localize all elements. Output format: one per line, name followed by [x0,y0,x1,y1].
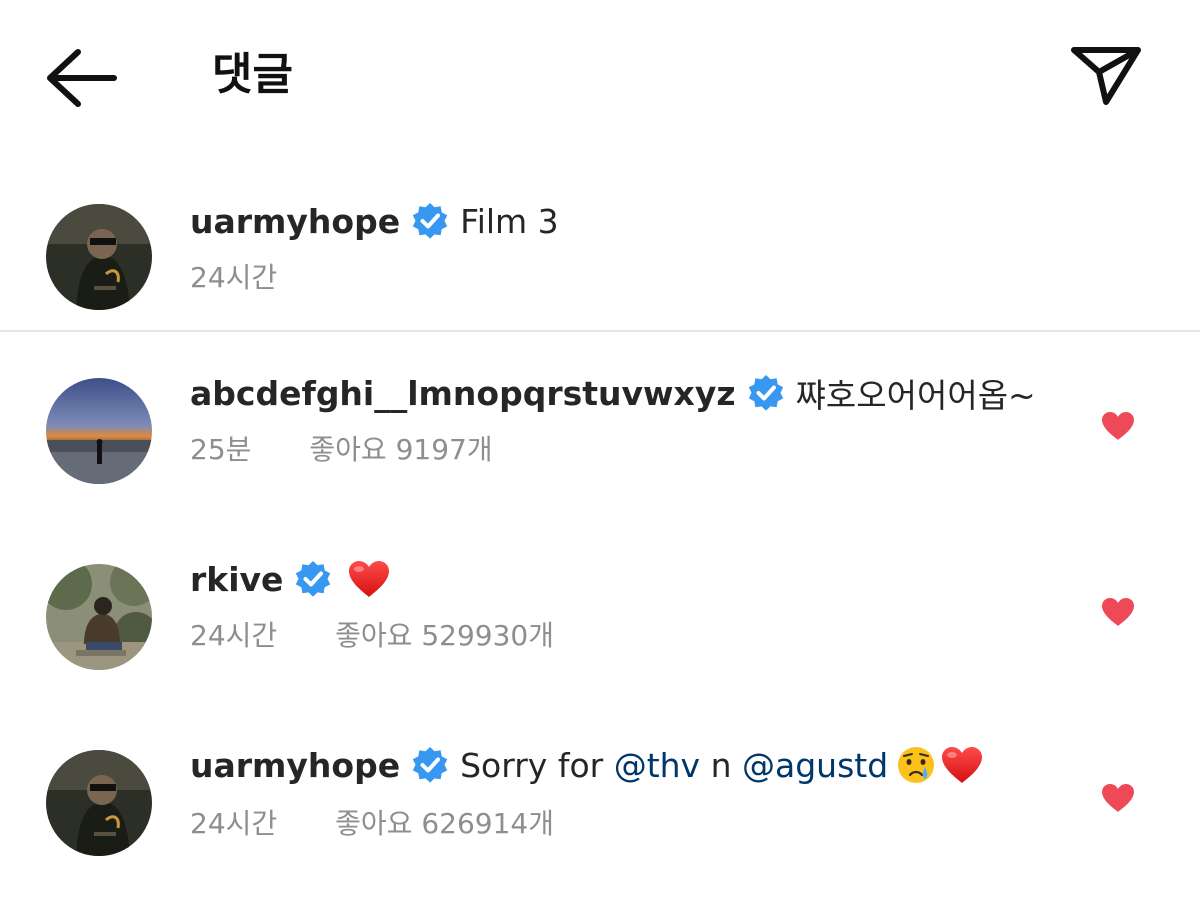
mention-link[interactable]: @agustd [742,746,888,785]
heart-filled-icon [1102,784,1134,812]
avatar[interactable] [46,204,152,310]
post-caption: uarmyhope Film 3 24시간 [0,170,1200,330]
red-heart-emoji-icon [347,559,391,599]
comment-text: Sorry for @thv n @agustd [460,746,888,785]
timestamp: 24시간 [190,619,278,652]
avatar[interactable] [46,750,152,856]
paper-plane-icon [1071,47,1141,105]
heart-filled-icon [1102,598,1134,626]
like-button[interactable] [1100,782,1136,814]
header-bar: 댓글 [0,0,1200,150]
verified-badge-icon [410,745,450,785]
like-button[interactable] [1100,596,1136,628]
comment-text-part: n [700,745,742,785]
verified-badge-icon [293,559,333,599]
comment-item: rkive 24시간 좋아요 529930개 [0,530,1200,680]
share-button[interactable] [1066,38,1146,118]
timestamp: 24시간 [190,807,278,840]
arrow-left-icon [47,49,117,107]
comment-text: 쨔호오어어어옵~ [795,376,1036,415]
like-count[interactable]: 좋아요 529930개 [335,614,554,654]
page-title: 댓글 [212,49,293,100]
username[interactable]: abcdefghi__lmnopqrstuvwxyz [190,374,736,413]
like-count[interactable]: 좋아요 626914개 [335,802,554,842]
red-heart-emoji-icon [940,745,984,785]
avatar[interactable] [46,564,152,670]
comment-item: abcdefghi__lmnopqrstuvwxyz 쨔호오어어어옵~ 25분 … [0,344,1200,494]
verified-badge-icon [410,201,450,241]
back-button[interactable] [40,40,124,116]
divider [0,330,1200,332]
verified-badge-icon [746,373,786,413]
comment-text-part: Sorry for [460,745,614,785]
username[interactable]: uarmyhope [190,202,400,241]
mention-link[interactable]: @thv [614,746,700,785]
caption-text: Film 3 [460,201,559,241]
crying-face-emoji-icon [896,745,936,785]
avatar[interactable] [46,378,152,484]
timestamp: 24시간 [190,261,278,294]
comment-item: uarmyhope Sorry for @thv n @agustd 24시간 … [0,716,1200,866]
heart-filled-icon [1102,412,1134,440]
username[interactable]: uarmyhope [190,746,400,785]
username[interactable]: rkive [190,560,283,599]
timestamp: 25분 [190,433,252,466]
like-button[interactable] [1100,410,1136,442]
like-count[interactable]: 좋아요 9197개 [309,428,492,468]
